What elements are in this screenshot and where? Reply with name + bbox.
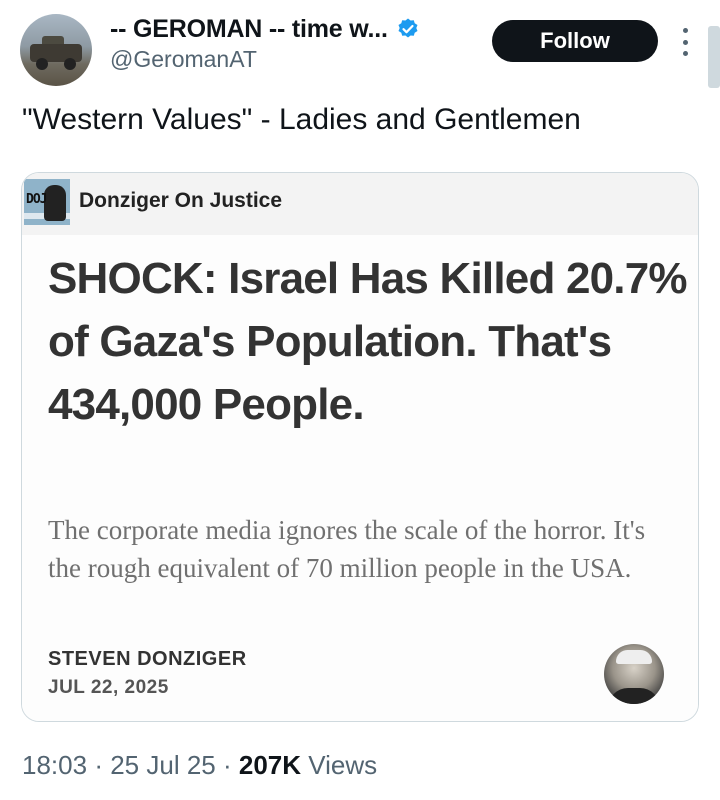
article-date: JUL 22, 2025 [48,677,169,698]
verified-badge-icon [398,18,418,38]
tweet-text: "Western Values" - Ladies and Gentlemen [22,103,581,136]
card-header: DOJ Donziger On Justice [22,173,698,235]
publication-logo: DOJ [24,179,70,225]
card-body: SHOCK: Israel Has Killed 20.7% of Gaza's… [22,235,698,721]
author-handle[interactable]: @GeromanAT [110,46,257,73]
meta-separator: · [222,750,232,780]
article-author: STEVEN DONZIGER [48,648,247,670]
views-label: Views [308,750,378,780]
article-subtitle: The corporate media ignores the scale of… [48,515,646,583]
meta-separator: · [94,750,103,780]
publication-logo-text: DOJ [26,192,48,207]
publication-name: Donziger On Justice [79,189,283,212]
author-display-name[interactable]: -- GEROMAN -- time w... [110,15,388,44]
follow-button[interactable]: Follow [492,20,658,62]
more-options-icon[interactable] [676,28,694,56]
article-author-photo [604,644,664,704]
views-count: 207K [238,750,302,780]
tweet-date[interactable]: 25 Jul 25 [110,750,216,780]
link-preview-card[interactable]: DOJ Donziger On Justice SHOCK: Israel Ha… [21,172,699,722]
tweet-meta: 18:03 · 25 Jul 25 · 207K Views [22,750,377,781]
scrollbar[interactable] [708,26,720,88]
article-headline: SHOCK: Israel Has Killed 20.7% of Gaza's… [48,254,688,429]
tweet-time[interactable]: 18:03 [22,750,87,780]
author-name-row: -- GEROMAN -- time w... [110,12,420,46]
author-avatar[interactable] [20,14,92,86]
